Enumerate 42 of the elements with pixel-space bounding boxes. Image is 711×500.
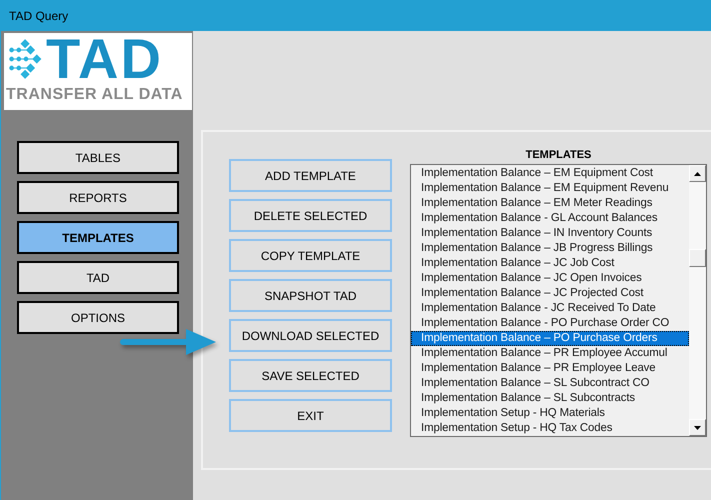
list-item[interactable]: Implementation Balance – EM Equipment Cost xyxy=(411,166,689,181)
up-arrow-icon xyxy=(694,172,701,176)
list-item[interactable]: Implementation Balance – JC Projected Cost xyxy=(411,286,689,301)
list-item[interactable]: Implementation Setup - HQ Materials xyxy=(411,406,689,421)
list-item[interactable]: Implementation Balance – PO Purchase Orders xyxy=(411,331,689,346)
action-button[interactable]: DOWNLOAD SELECTED xyxy=(229,319,392,352)
down-arrow-icon xyxy=(694,426,701,430)
list-item[interactable]: Implementation Balance – JC Job Cost xyxy=(411,256,689,271)
nav-button[interactable]: REPORTS xyxy=(17,181,179,214)
list-item[interactable]: Implementation Balance – SL Subcontract CO xyxy=(411,376,689,391)
nav-button[interactable]: TAD xyxy=(17,261,179,294)
list-item[interactable]: Implementation Balance – JB Progress Billings xyxy=(411,241,689,256)
action-button[interactable]: DELETE SELECTED xyxy=(229,199,392,232)
action-button[interactable]: SAVE SELECTED xyxy=(229,359,392,392)
list-item[interactable]: Implementation Balance - GL Account Balances xyxy=(411,211,689,226)
logo-tagline: TRANSFER ALL DATA xyxy=(5,86,184,104)
scroll-up-button[interactable] xyxy=(689,165,706,182)
window-title: TAD Query xyxy=(9,8,68,22)
action-button[interactable]: SNAPSHOT TAD xyxy=(229,279,392,312)
network-icon xyxy=(8,37,44,81)
scroll-thumb[interactable] xyxy=(689,249,706,267)
scroll-down-button[interactable] xyxy=(689,419,706,436)
list-item[interactable]: Implementation Setup - HQ Tax Codes xyxy=(411,421,689,436)
action-button[interactable]: COPY TEMPLATE xyxy=(229,239,392,272)
list-item[interactable]: Implementation Balance – IN Inventory Counts xyxy=(411,226,689,241)
list-item[interactable]: Implementation Balance – PR Employee Accumul xyxy=(411,346,689,361)
nav-button[interactable]: TABLES xyxy=(17,141,179,174)
action-button[interactable]: ADD TEMPLATE xyxy=(229,159,392,192)
list-item[interactable]: Implementation Balance – PR Employee Leave xyxy=(411,361,689,376)
logo-title: TAD xyxy=(46,33,163,85)
list-title: TEMPLATES xyxy=(526,149,592,161)
list-item[interactable]: Implementation Balance – EM Meter Readings xyxy=(411,196,689,211)
list-item[interactable]: Implementation Balance – EM Equipment Revenu xyxy=(411,181,689,196)
nav-button[interactable]: TEMPLATES xyxy=(17,221,179,254)
scrollbar[interactable] xyxy=(689,165,706,436)
list-item[interactable]: Implementation Balance – JC Open Invoices xyxy=(411,271,689,286)
template-list[interactable] xyxy=(410,164,707,437)
action-button[interactable]: EXIT xyxy=(229,399,392,432)
nav-button[interactable]: OPTIONS xyxy=(17,301,179,334)
list-item[interactable]: Implementation Balance – SL Subcontracts xyxy=(411,391,689,406)
list-item[interactable]: Implementation Balance - PO Purchase Order CO xyxy=(411,316,689,331)
list-item[interactable]: Implementation Balance - JC Received To Date xyxy=(411,301,689,316)
